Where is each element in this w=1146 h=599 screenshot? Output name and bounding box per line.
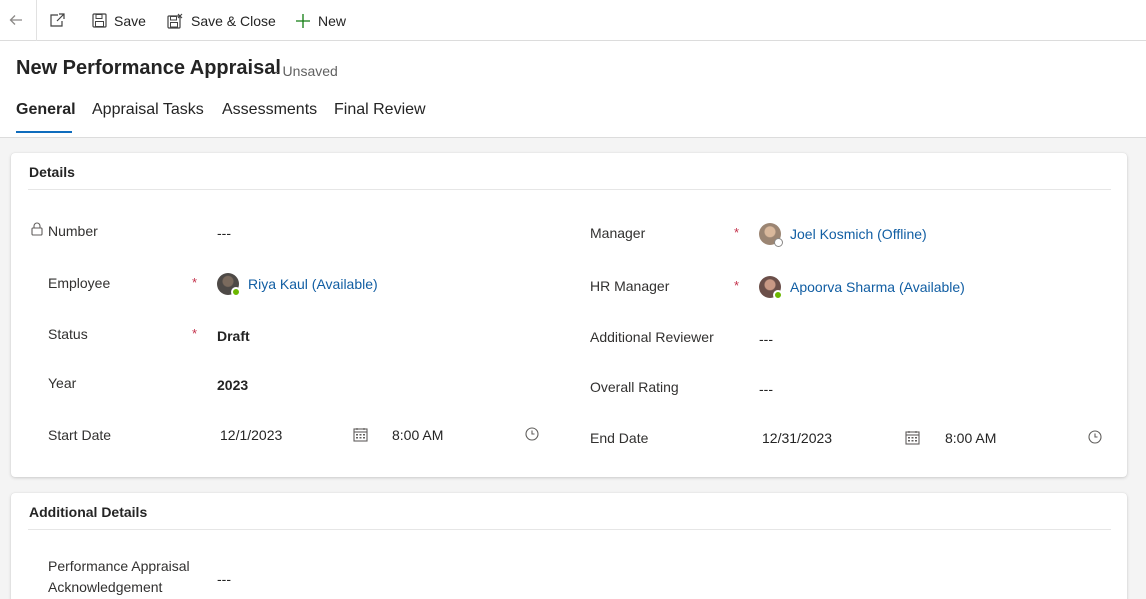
back-arrow-icon[interactable] — [6, 10, 26, 30]
section-title: Additional Details — [29, 504, 148, 520]
save-label: Save — [114, 12, 146, 29]
end-date-label: End Date — [590, 430, 649, 446]
tab-appraisal-tasks[interactable]: Appraisal Tasks — [92, 101, 204, 119]
status-label: Status — [48, 326, 88, 342]
tab-final-review[interactable]: Final Review — [334, 101, 426, 119]
avatar — [759, 223, 783, 247]
section-divider — [28, 529, 1111, 530]
open-in-new-window-icon[interactable] — [47, 10, 67, 30]
save-button[interactable]: Save — [92, 0, 146, 41]
hr-manager-label: HR Manager — [590, 278, 670, 294]
save-status: - Unsaved — [274, 63, 338, 79]
tab-assessments[interactable]: Assessments — [222, 101, 317, 119]
clock-icon[interactable] — [1086, 428, 1104, 446]
acknowledgement-label-line2: Acknowledgement — [48, 579, 163, 595]
number-value: --- — [217, 225, 231, 241]
form-header: New Performance Appraisal - Unsaved Gene… — [0, 41, 1146, 138]
acknowledgement-value[interactable]: --- — [217, 571, 231, 587]
command-bar: Save Save & Close New — [0, 0, 1146, 41]
employee-required-marker: * — [192, 275, 198, 290]
save-and-close-icon — [167, 13, 184, 29]
section-title: Details — [29, 164, 75, 180]
hr-manager-required-marker: * — [734, 278, 740, 293]
additional-reviewer-value[interactable]: --- — [759, 331, 773, 347]
status-value[interactable]: Draft — [217, 328, 250, 344]
presence-available-icon — [231, 287, 241, 297]
clock-icon[interactable] — [523, 425, 541, 443]
presence-offline-icon — [774, 238, 783, 247]
status-required-marker: * — [192, 326, 198, 341]
acknowledgement-label-line1: Performance Appraisal — [48, 558, 190, 574]
hr-manager-lookup-link[interactable]: Apoorva Sharma (Available) — [790, 279, 965, 295]
details-section: Details Number --- Employee * Riya Kaul … — [11, 153, 1127, 477]
start-time-input[interactable]: 8:00 AM — [392, 427, 443, 443]
presence-available-icon — [773, 290, 783, 300]
manager-label: Manager — [590, 225, 646, 241]
additional-details-section: Additional Details Performance Appraisal… — [11, 493, 1127, 599]
lock-icon — [31, 222, 43, 236]
new-label: New — [318, 12, 347, 29]
calendar-icon[interactable] — [351, 425, 369, 443]
additional-reviewer-label: Additional Reviewer — [590, 329, 714, 345]
number-label: Number — [48, 223, 98, 239]
save-and-close-button[interactable]: Save & Close — [167, 0, 276, 41]
plus-icon — [295, 13, 311, 29]
overall-rating-value[interactable]: --- — [759, 381, 773, 397]
start-date-label: Start Date — [48, 427, 112, 443]
manager-lookup-link[interactable]: Joel Kosmich (Offline) — [790, 226, 927, 242]
end-date-input[interactable]: 12/31/2023 — [762, 430, 832, 446]
year-label: Year — [48, 375, 77, 391]
save-and-close-label: Save & Close — [191, 12, 276, 29]
end-time-input[interactable]: 8:00 AM — [945, 430, 996, 446]
avatar — [217, 273, 241, 297]
tab-general[interactable]: General — [16, 101, 76, 119]
calendar-icon[interactable] — [903, 428, 921, 446]
overall-rating-label: Overall Rating — [590, 379, 679, 395]
command-divider — [36, 0, 37, 41]
employee-label: Employee — [48, 275, 111, 291]
new-button[interactable]: New — [295, 0, 346, 41]
manager-required-marker: * — [734, 225, 740, 240]
year-value[interactable]: 2023 — [217, 377, 248, 393]
employee-lookup-link[interactable]: Riya Kaul (Available) — [248, 276, 378, 292]
section-divider — [28, 189, 1111, 190]
active-tab-indicator — [16, 131, 72, 133]
avatar — [759, 276, 783, 300]
save-icon — [92, 13, 107, 28]
start-date-input[interactable]: 12/1/2023 — [220, 427, 282, 443]
page-title: New Performance Appraisal — [16, 57, 281, 79]
